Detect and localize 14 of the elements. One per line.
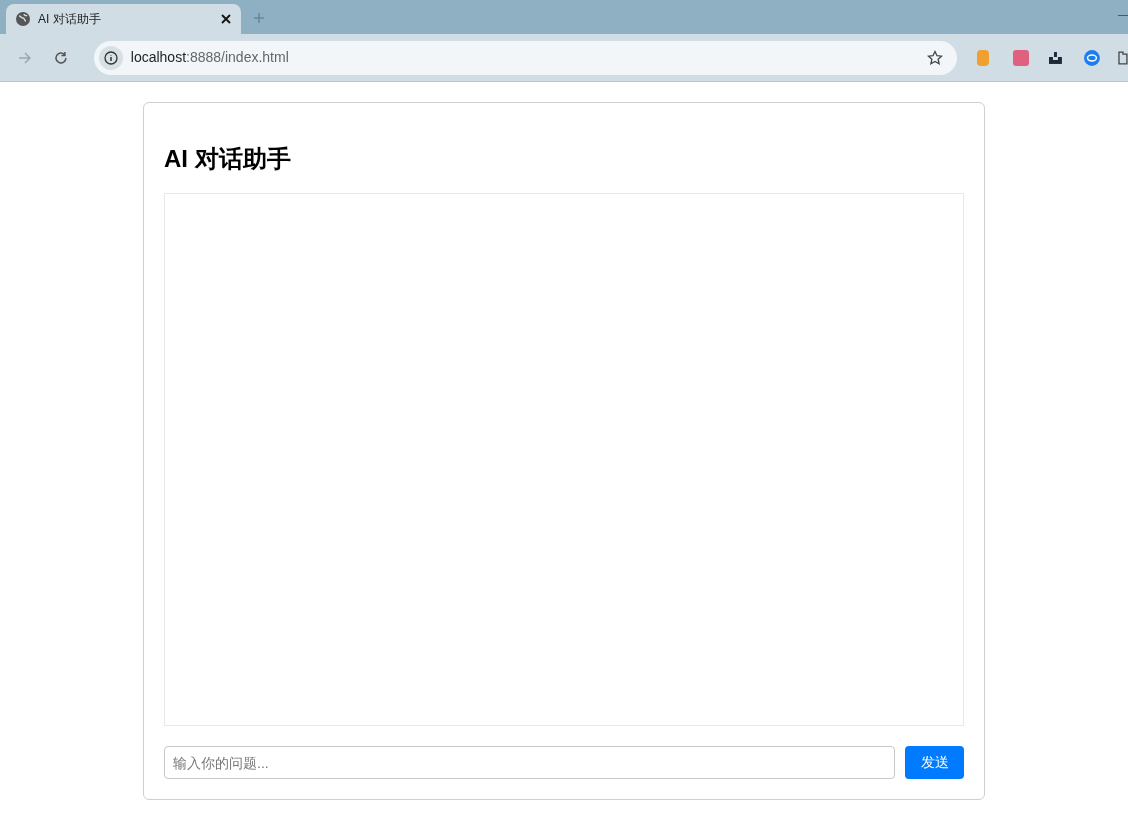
send-button[interactable]: 发送: [905, 746, 964, 779]
circle-extension-icon[interactable]: [1084, 49, 1101, 66]
tab-title: AI 对话助手: [38, 11, 102, 28]
url-text: localhost:8888/index.html: [130, 48, 290, 67]
close-icon[interactable]: [221, 14, 231, 24]
question-input-field[interactable]: 输入你的问题...: [164, 746, 895, 779]
globe-icon: [16, 12, 30, 26]
page-title: AI 对话助手: [164, 144, 292, 174]
address-bar[interactable]: localhost:8888/index.html: [93, 40, 958, 75]
site-info-icon[interactable]: [98, 45, 123, 70]
reload-icon[interactable]: [53, 50, 68, 65]
download-tray-icon[interactable]: [1049, 51, 1063, 64]
star-icon[interactable]: [927, 49, 944, 66]
browser-tab[interactable]: AI 对话助手: [6, 4, 241, 34]
